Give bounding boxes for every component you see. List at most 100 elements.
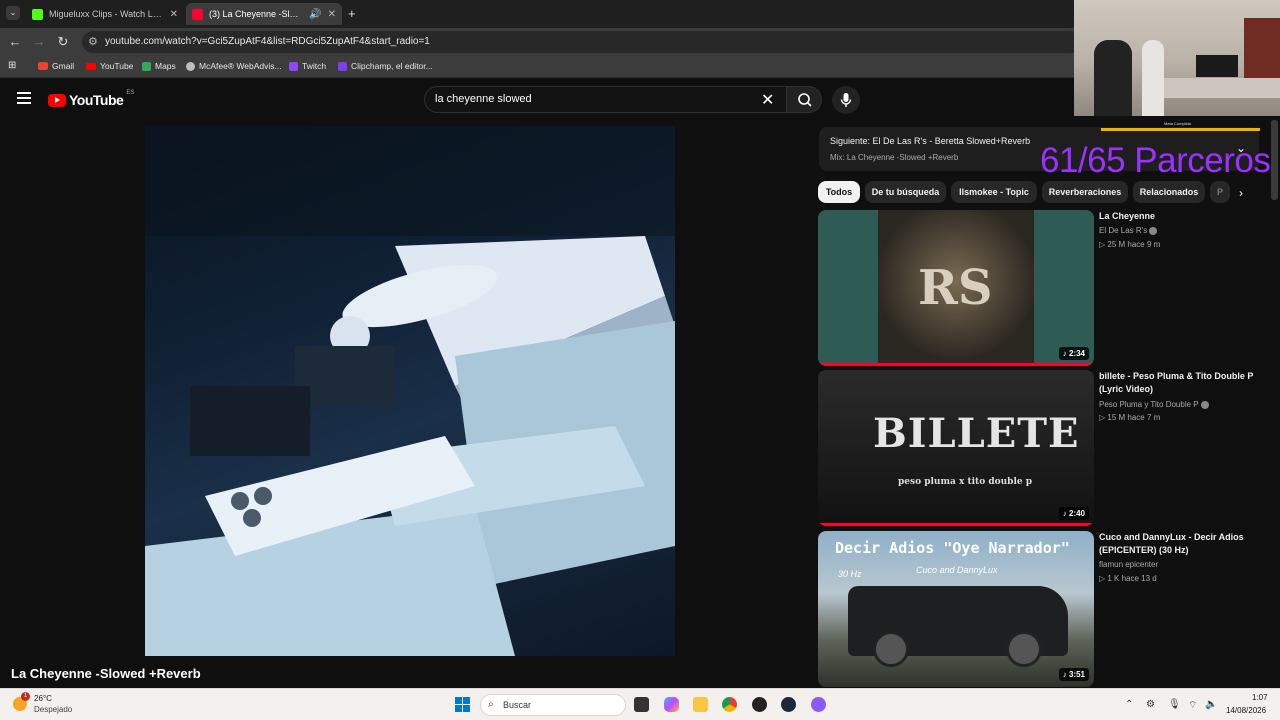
duration-badge: ♪ 2:34 xyxy=(1058,347,1089,360)
youtube-play-icon xyxy=(48,93,66,107)
steam-icon[interactable] xyxy=(781,697,796,712)
channel-name[interactable]: flamun epicenter xyxy=(1099,560,1158,569)
maps-icon xyxy=(142,61,151,71)
search-placeholder: Buscar xyxy=(503,700,532,710)
video-title[interactable]: Cuco and DannyLux - Decir Adios (EPICENT… xyxy=(1099,531,1259,557)
microphone-icon[interactable]: 🎙 xyxy=(1168,699,1181,710)
clear-search-icon[interactable]: ✕ xyxy=(761,90,774,110)
video-title[interactable]: La Cheyenne xyxy=(1099,210,1259,223)
clock-time[interactable]: 1:07 xyxy=(1252,693,1268,702)
windows-start-icon[interactable] xyxy=(455,697,470,712)
twitch-icon xyxy=(289,61,298,71)
chip-reverberaciones[interactable]: Reverberaciones xyxy=(1042,181,1128,203)
youtube-logo[interactable]: YouTube ES xyxy=(48,90,135,108)
menu-icon[interactable] xyxy=(17,92,31,104)
sofa-shape xyxy=(1164,78,1280,98)
chair-shape xyxy=(1094,40,1132,116)
bookmark-twitch[interactable]: Twitch xyxy=(289,61,326,71)
tab-youtube[interactable]: (3) La Cheyenne -Slowed + 🔊 ✕ xyxy=(186,3,342,25)
back-icon[interactable]: ← xyxy=(7,34,23,50)
address-bar[interactable]: ⚙ youtube.com/watch?v=Gci5ZupAtF4&list=R… xyxy=(82,31,1082,53)
chip-todos[interactable]: Todos xyxy=(818,181,860,203)
tab-kick[interactable]: Migueluxx Clips - Watch Live o ✕ xyxy=(26,3,184,25)
recommendation-item[interactable]: RS ♪ 2:34 La Cheyenne El De Las R's ▷ 25… xyxy=(818,210,1258,368)
reload-icon[interactable]: ↻ xyxy=(55,34,71,50)
video-player[interactable] xyxy=(0,120,818,664)
duration-badge: ♪ 3:51 xyxy=(1058,668,1089,681)
filter-chips: Todos De tu búsqueda Ilsmokee - Topic Re… xyxy=(818,181,1258,205)
search-icon xyxy=(798,93,812,107)
notification-badge: 1 xyxy=(21,692,30,701)
video-artwork xyxy=(145,126,675,656)
network-app-icon[interactable]: ⚙ xyxy=(1146,699,1155,710)
thumbnail-subtext: peso pluma x tito double p xyxy=(898,477,1033,487)
weather-desc: Despejado xyxy=(34,705,73,714)
chip-relacionados[interactable]: Relacionados xyxy=(1133,181,1205,203)
bookmark-youtube[interactable]: YouTube xyxy=(86,61,133,71)
search-button[interactable] xyxy=(786,86,822,113)
video-thumbnail[interactable]: Decir Adios "Oye Narrador" Cuco and Dann… xyxy=(818,531,1094,687)
video-meta: ▷ 15 M hace 7 m xyxy=(1099,413,1161,422)
tab-label: Migueluxx Clips - Watch Live o xyxy=(49,9,164,19)
microphone-icon xyxy=(840,93,852,107)
video-title: La Cheyenne -Slowed +Reverb xyxy=(11,666,201,681)
bookmark-label: McAfee® WebAdvis... xyxy=(199,61,282,71)
forward-icon[interactable]: → xyxy=(31,34,47,50)
close-icon[interactable]: ✕ xyxy=(170,9,178,20)
chevron-up-icon[interactable]: ⌃ xyxy=(1125,699,1133,710)
chip-partial[interactable]: P xyxy=(1210,181,1230,203)
speaker-icon[interactable]: 🔊 xyxy=(309,9,321,20)
bookmark-maps[interactable]: Maps xyxy=(142,61,176,71)
volume-icon[interactable]: 🔈 xyxy=(1205,699,1217,710)
bookmark-label: Twitch xyxy=(302,61,327,71)
clipchamp-icon xyxy=(338,61,347,71)
voice-search-button[interactable] xyxy=(832,86,860,114)
close-icon[interactable]: ✕ xyxy=(328,9,336,20)
obs-icon[interactable] xyxy=(752,697,767,712)
chrome-icon[interactable] xyxy=(722,697,737,712)
verified-icon xyxy=(1200,400,1209,409)
site-info-icon[interactable]: ⚙ xyxy=(88,31,98,53)
apps-icon[interactable]: ⊞ xyxy=(8,60,16,71)
youtube-icon xyxy=(192,8,203,20)
video-thumbnail[interactable]: RS ♪ 2:34 xyxy=(818,210,1094,366)
channel-name[interactable]: El De Las R's xyxy=(1099,226,1147,235)
thumbnail-subtext: Cuco and DannyLux xyxy=(916,565,998,575)
chip-ilsmokee-topic[interactable]: Ilsmokee - Topic xyxy=(951,181,1037,203)
duration-badge: ♪ 2:40 xyxy=(1058,507,1089,520)
taskbar-search[interactable]: ⌕ Buscar xyxy=(480,694,626,716)
up-next-label: Siguiente: El De Las R's - Beretta Slowe… xyxy=(830,136,1031,146)
bookmark-label: Maps xyxy=(155,61,176,71)
copilot-icon[interactable] xyxy=(664,697,679,712)
bookmark-gmail[interactable]: Gmail xyxy=(38,61,74,71)
file-explorer-icon[interactable] xyxy=(693,697,708,712)
bookmark-clipchamp[interactable]: Clipchamp, el editor... xyxy=(338,61,433,71)
app-icon[interactable] xyxy=(811,697,826,712)
recommendation-item[interactable]: Decir Adios "Oye Narrador" Cuco and Dann… xyxy=(818,531,1258,687)
channel-name[interactable]: Peso Pluma y Tito Double P xyxy=(1099,400,1199,409)
goal-progress-bar xyxy=(1101,128,1260,131)
search-icon: ⌕ xyxy=(488,699,494,710)
country-code: ES xyxy=(126,90,135,96)
person-shape xyxy=(1142,40,1164,116)
webcam-overlay xyxy=(1074,0,1280,116)
bookmark-label: YouTube xyxy=(100,61,134,71)
scrollbar[interactable] xyxy=(1271,120,1278,200)
new-tab-button[interactable]: + xyxy=(348,6,356,21)
chip-de-tu-busqueda[interactable]: De tu búsqueda xyxy=(865,181,946,203)
video-frame[interactable] xyxy=(145,126,675,656)
weather-temp: 26°C xyxy=(34,694,52,703)
task-view-icon[interactable] xyxy=(634,697,649,712)
video-title[interactable]: billete - Peso Pluma & Tito Double P (Ly… xyxy=(1099,370,1259,396)
recommendation-item[interactable]: BILLETE peso pluma x tito double p ♪ 2:4… xyxy=(818,370,1258,528)
wifi-icon[interactable]: ⌔ xyxy=(1188,699,1197,712)
bookmark-label: Gmail xyxy=(52,61,75,71)
search-input[interactable]: la cheyenne slowed xyxy=(424,86,788,113)
chevron-right-icon[interactable]: › xyxy=(1239,186,1243,200)
bookmark-mcafee[interactable]: McAfee® WebAdvis... xyxy=(186,61,282,71)
video-thumbnail[interactable]: BILLETE peso pluma x tito double p ♪ 2:4… xyxy=(818,370,1094,526)
goal-label: Meta Cumplida xyxy=(1164,121,1191,126)
taskbar: 1 26°C Despejado ⌕ Buscar ⌃ ⚙ ⌔ 🎙 🔈 1:07… xyxy=(0,688,1280,720)
clock-date[interactable]: 14/08/2026 xyxy=(1226,706,1266,715)
tab-search-dropdown[interactable]: ⌄ xyxy=(6,6,20,20)
